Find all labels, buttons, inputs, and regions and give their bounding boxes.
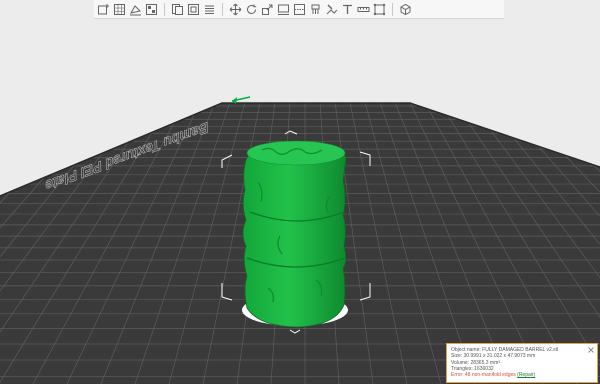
- measure-icon: [357, 6, 370, 12]
- error-value: 48 non-manifold edges: [464, 372, 516, 379]
- toolbar-separator: [164, 2, 165, 16]
- object-info-panel: Object name: FULLY DAMAGED BARREL v2.stl…: [446, 343, 598, 383]
- error-label: Error:: [451, 372, 464, 379]
- move-button[interactable]: [228, 2, 243, 17]
- assembly-button[interactable]: [372, 2, 387, 17]
- add-object-icon: [98, 3, 109, 14]
- triangles-value: 1636032: [474, 365, 494, 372]
- repair-link[interactable]: (Repair): [517, 372, 535, 378]
- toolbar-separator: [392, 2, 393, 16]
- view-settings-button[interactable]: [398, 2, 413, 17]
- move-icon: [229, 3, 242, 15]
- volume-value: 28365.3 mm³: [470, 359, 500, 366]
- lay-on-face-button[interactable]: [276, 2, 291, 17]
- cut-icon: [294, 3, 305, 15]
- toolbar-separator: [222, 2, 223, 16]
- seam-paint-icon: [326, 3, 338, 14]
- variable-layer-height-button[interactable]: [202, 2, 217, 17]
- rotate-icon: [247, 4, 257, 14]
- measure-button[interactable]: [356, 2, 371, 17]
- barrel-model[interactable]: [242, 140, 348, 328]
- add-object-button[interactable]: [96, 2, 111, 17]
- size-value: 30.9991 x 31.022 x 47.9073 mm: [463, 353, 536, 360]
- auto-orient-button[interactable]: [128, 2, 143, 17]
- support-paint-icon: [311, 4, 320, 14]
- top-toolbar: [94, 0, 504, 19]
- close-icon[interactable]: [588, 347, 594, 353]
- split-objects-button[interactable]: [170, 2, 185, 17]
- text-icon: [343, 4, 352, 14]
- volume-label: Volume:: [451, 359, 470, 366]
- add-plate-button[interactable]: [112, 2, 127, 17]
- support-paint-button[interactable]: [308, 2, 323, 17]
- text-tool-button[interactable]: [340, 2, 355, 17]
- add-plate-icon: [114, 3, 125, 15]
- triangles-label: Triangles:: [451, 365, 473, 372]
- cut-button[interactable]: [292, 2, 307, 17]
- split-parts-icon: [188, 3, 199, 15]
- split-objects-icon: [172, 3, 183, 15]
- size-label: Size:: [451, 353, 463, 360]
- object-name-value: FULLY DAMAGED BARREL v2.stl: [482, 347, 559, 353]
- seam-paint-button[interactable]: [324, 2, 339, 17]
- split-parts-button[interactable]: [186, 2, 201, 17]
- lay-on-face-icon: [278, 4, 289, 15]
- info-error: Error: 48 non-manifold edges (Repair): [451, 372, 593, 378]
- cube-settings-icon: [400, 3, 411, 15]
- layers-icon: [205, 5, 214, 14]
- scale-button[interactable]: [260, 2, 275, 17]
- scale-icon: [262, 4, 273, 15]
- auto-orient-icon: [130, 4, 141, 15]
- 3d-viewport[interactable]: Bambu Textured PEI Plate: [0, 0, 600, 384]
- object-name-label: Object name:: [451, 347, 481, 353]
- arrange-icon: [146, 3, 157, 15]
- rotate-button[interactable]: [244, 2, 259, 17]
- assembly-icon: [373, 3, 386, 15]
- arrange-button[interactable]: [144, 2, 159, 17]
